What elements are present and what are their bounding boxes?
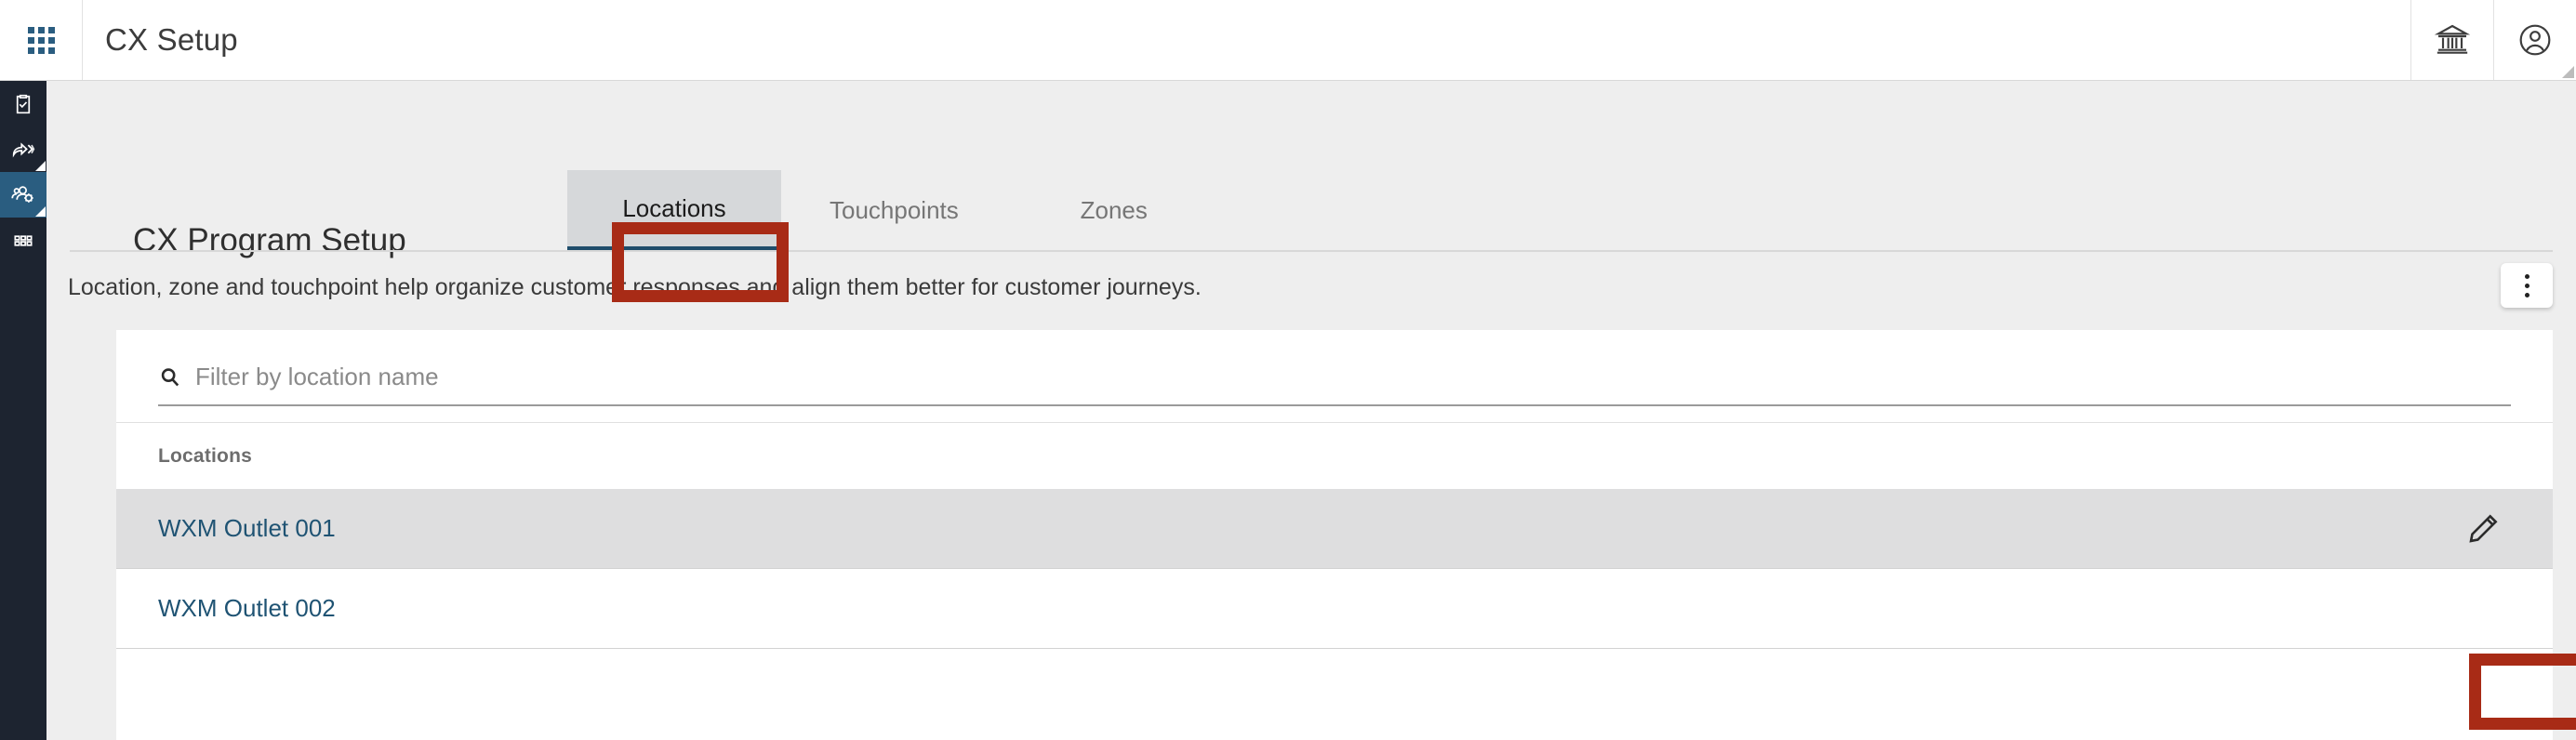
user-circle-icon xyxy=(2519,24,2551,56)
page-description: Location, zone and touchpoint help organ… xyxy=(68,274,1202,300)
kebab-menu-icon xyxy=(2524,292,2530,297)
sidebar-item-distribution[interactable] xyxy=(0,126,46,172)
modules-grid-icon xyxy=(14,234,33,246)
sidebar xyxy=(0,81,46,740)
top-bar: CX Setup xyxy=(0,0,2576,81)
sidebar-item-cx-setup[interactable] xyxy=(0,172,46,218)
kebab-menu-icon xyxy=(2524,283,2530,288)
topbar-actions xyxy=(2410,0,2576,80)
table-column-header: Locations xyxy=(158,444,252,467)
apps-launcher-button[interactable] xyxy=(0,0,83,80)
tab-strip: Locations Touchpoints Zones xyxy=(567,170,1221,250)
account-button[interactable] xyxy=(2493,0,2576,80)
sidebar-item-surveys[interactable] xyxy=(0,81,46,126)
share-arrow-icon xyxy=(12,141,35,158)
page-title: CX Program Setup xyxy=(133,222,406,258)
sidebar-item-modules[interactable] xyxy=(0,218,46,263)
pencil-edit-icon xyxy=(2469,513,2498,543)
location-name: WXM Outlet 001 xyxy=(158,514,336,542)
search-area: Filter by location name xyxy=(116,330,2553,422)
location-name: WXM Outlet 002 xyxy=(158,594,336,622)
page-title-header: CX Setup xyxy=(105,22,238,57)
table-row[interactable]: WXM Outlet 002 xyxy=(116,569,2553,649)
search-input[interactable]: Filter by location name xyxy=(158,363,2511,406)
tab-touchpoints[interactable]: Touchpoints xyxy=(781,170,1007,250)
search-icon xyxy=(161,367,179,386)
overflow-menu-button[interactable] xyxy=(2501,263,2553,308)
tab-locations[interactable]: Locations xyxy=(567,170,781,250)
app-window: CX Setup CX Program Setup Locations Touc… xyxy=(0,0,2576,740)
kebab-menu-icon xyxy=(2524,273,2530,279)
bank-icon xyxy=(2434,24,2471,54)
apps-grid-icon xyxy=(27,26,55,54)
tabs-divider xyxy=(70,250,2553,252)
submenu-indicator-icon xyxy=(35,161,46,171)
resize-corner-icon xyxy=(2562,66,2574,78)
people-gear-icon xyxy=(11,185,33,203)
main-content: CX Program Setup Locations Touchpoints Z… xyxy=(46,81,2576,740)
clipboard-check-icon xyxy=(16,94,31,113)
table-row[interactable]: WXM Outlet 001 xyxy=(116,489,2553,569)
search-placeholder: Filter by location name xyxy=(195,363,439,390)
tab-zones[interactable]: Zones xyxy=(1007,170,1221,250)
locations-card: Filter by location name Locations WXM Ou… xyxy=(116,330,2553,740)
institution-button[interactable] xyxy=(2410,0,2493,80)
edit-location-button[interactable] xyxy=(2455,501,2511,557)
submenu-indicator-icon xyxy=(35,206,46,217)
